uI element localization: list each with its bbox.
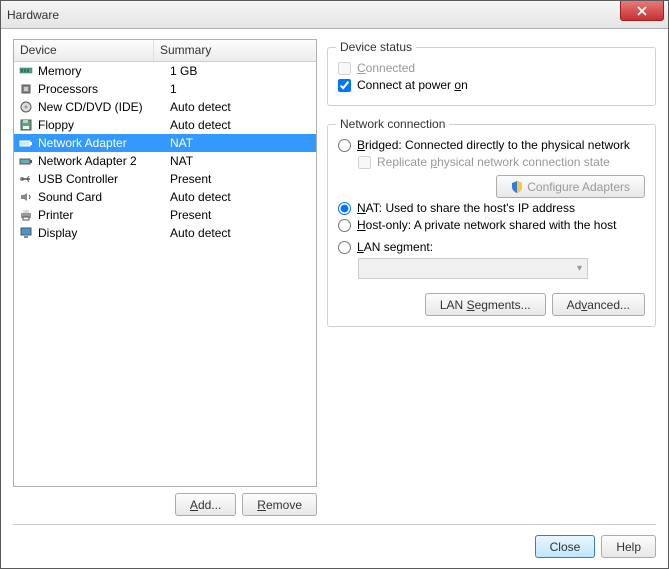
device-name: USB Controller [38, 172, 170, 186]
advanced-label: Advanced... [567, 298, 630, 312]
replicate-checkbox [358, 156, 371, 169]
device-name: New CD/DVD (IDE) [38, 100, 170, 114]
titlebar[interactable]: Hardware [1, 1, 668, 29]
sound-icon [18, 190, 34, 204]
replicate-label: Replicate physical network connection st… [377, 155, 610, 169]
help-label: Help [616, 540, 641, 554]
lan-segments-label: LAN Segments... [440, 298, 531, 312]
device-name: Network Adapter [38, 136, 170, 150]
device-summary: Present [170, 208, 316, 222]
device-summary: NAT [170, 154, 316, 168]
connect-at-poweron-label: Connect at power on [357, 78, 468, 92]
display-icon [18, 226, 34, 240]
remove-button[interactable]: Remove [242, 493, 317, 516]
device-name: Network Adapter 2 [38, 154, 170, 168]
net-icon [18, 154, 34, 168]
device-name: Display [38, 226, 170, 240]
shield-icon [511, 181, 523, 193]
disc-icon [18, 100, 34, 114]
hardware-dialog: Hardware Device Summary Memory1 GBProces… [0, 0, 669, 569]
device-row[interactable]: Network Adapter 2NAT [14, 152, 316, 170]
device-name: Sound Card [38, 190, 170, 204]
floppy-icon [18, 118, 34, 132]
close-icon [637, 6, 647, 16]
connected-row: Connected [338, 61, 645, 75]
device-row[interactable]: Network AdapterNAT [14, 134, 316, 152]
device-summary: Auto detect [170, 226, 316, 240]
device-row[interactable]: USB ControllerPresent [14, 170, 316, 188]
close-label: Close [550, 540, 581, 554]
device-row[interactable]: Sound CardAuto detect [14, 188, 316, 206]
right-pane: Device status Connected Connect at power… [327, 39, 656, 516]
device-summary: Auto detect [170, 118, 316, 132]
device-row[interactable]: Memory1 GB [14, 62, 316, 80]
usb-icon [18, 172, 34, 186]
printer-icon [18, 208, 34, 222]
left-pane: Device Summary Memory1 GBProcessors1New … [13, 39, 317, 516]
device-summary: 1 [170, 82, 316, 96]
client-area: Device Summary Memory1 GBProcessors1New … [1, 29, 668, 568]
device-summary: 1 GB [170, 64, 316, 78]
device-row[interactable]: Processors1 [14, 80, 316, 98]
window-close-button[interactable] [620, 1, 664, 21]
remove-label: Remove [257, 498, 302, 512]
advanced-button[interactable]: Advanced... [552, 293, 645, 316]
device-row[interactable]: DisplayAuto detect [14, 224, 316, 242]
bridged-row[interactable]: Bridged: Connected directly to the physi… [338, 138, 645, 152]
device-row[interactable]: PrinterPresent [14, 206, 316, 224]
device-name: Floppy [38, 118, 170, 132]
column-header-device[interactable]: Device [14, 40, 154, 61]
lansegment-label: LAN segment: [357, 240, 433, 254]
connect-at-poweron-row[interactable]: Connect at power on [338, 78, 645, 92]
device-row[interactable]: FloppyAuto detect [14, 116, 316, 134]
device-status-group: Device status Connected Connect at power… [327, 47, 656, 106]
connected-checkbox [338, 62, 351, 75]
memory-icon [18, 64, 34, 78]
device-row[interactable]: New CD/DVD (IDE)Auto detect [14, 98, 316, 116]
network-connection-title: Network connection [336, 117, 449, 131]
lansegment-row[interactable]: LAN segment: [338, 240, 645, 254]
device-status-title: Device status [336, 40, 416, 54]
window-title: Hardware [7, 8, 59, 22]
hostonly-row[interactable]: Host-only: A private network shared with… [338, 218, 645, 232]
lansegment-radio[interactable] [338, 241, 351, 254]
close-button[interactable]: Close [535, 535, 596, 558]
device-summary: NAT [170, 136, 316, 150]
cpu-icon [18, 82, 34, 96]
connect-at-poweron-checkbox[interactable] [338, 79, 351, 92]
nat-radio[interactable] [338, 202, 351, 215]
hostonly-radio[interactable] [338, 219, 351, 232]
device-name: Processors [38, 82, 170, 96]
device-list[interactable]: Device Summary Memory1 GBProcessors1New … [13, 39, 317, 487]
bridged-radio[interactable] [338, 139, 351, 152]
add-label: Add... [190, 498, 221, 512]
device-summary: Auto detect [170, 100, 316, 114]
bridged-label: Bridged: Connected directly to the physi… [357, 138, 630, 152]
device-name: Memory [38, 64, 170, 78]
connected-label: Connected [357, 61, 415, 75]
lan-segments-button[interactable]: LAN Segments... [425, 293, 546, 316]
configure-adapters-button: Configure Adapters [496, 175, 645, 198]
replicate-row: Replicate physical network connection st… [358, 155, 645, 169]
nat-row[interactable]: NAT: Used to share the host's IP address [338, 201, 645, 215]
help-button[interactable]: Help [601, 535, 656, 558]
list-header: Device Summary [14, 40, 316, 62]
device-summary: Present [170, 172, 316, 186]
network-connection-group: Network connection Bridged: Connected di… [327, 124, 656, 327]
nat-label: NAT: Used to share the host's IP address [357, 201, 575, 215]
dialog-footer: Close Help [13, 524, 656, 558]
net-icon [18, 136, 34, 150]
hostonly-label: Host-only: A private network shared with… [357, 218, 616, 232]
column-header-summary[interactable]: Summary [154, 40, 316, 61]
add-button[interactable]: Add... [175, 493, 236, 516]
lansegment-dropdown [358, 258, 588, 279]
configure-adapters-label: Configure Adapters [527, 180, 630, 194]
device-name: Printer [38, 208, 170, 222]
device-summary: Auto detect [170, 190, 316, 204]
